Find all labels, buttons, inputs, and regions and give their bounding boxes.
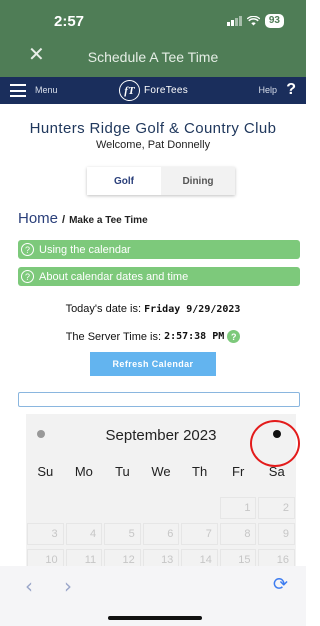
about-dates-label: About calendar dates and time — [39, 270, 189, 283]
logo-mark: fT — [119, 80, 140, 101]
breadcrumb-home-link[interactable]: Home — [18, 210, 58, 227]
menu-bar: Menu fT ForeTees Help ? — [0, 77, 306, 104]
menu-label[interactable]: Menu — [35, 85, 58, 95]
activity-tabs: Golf Dining — [87, 167, 235, 195]
weekday-label: Mo — [74, 464, 93, 479]
breadcrumb: Home / Make a Tee Time — [18, 210, 148, 227]
help-label[interactable]: Help — [258, 85, 277, 95]
calendar-day: 4 — [65, 523, 103, 545]
about-dates-accordion[interactable]: ? About calendar dates and time — [18, 267, 300, 286]
using-calendar-label: Using the calendar — [39, 243, 131, 256]
calendar-day — [66, 497, 103, 519]
annotation-circle — [250, 420, 300, 467]
calendar-day: 5 — [104, 523, 141, 545]
breadcrumb-current: Make a Tee Time — [69, 215, 148, 226]
calendar-day: 9 — [258, 523, 296, 545]
breadcrumb-separator: / — [62, 214, 66, 226]
refresh-calendar-button[interactable]: Refresh Calendar — [90, 352, 216, 376]
home-indicator — [108, 616, 202, 620]
signal-icon — [226, 16, 242, 26]
status-time: 2:57 — [54, 13, 85, 30]
battery-level: 93 — [264, 14, 284, 28]
today-label: Today's date is: — [65, 303, 142, 315]
calendar-day: 7 — [181, 523, 218, 545]
calendar-day — [181, 497, 218, 519]
club-name: Hunters Ridge Golf & Country Club — [29, 120, 277, 137]
calendar-day: 2 — [258, 497, 296, 519]
reload-icon[interactable]: ⟳ — [273, 574, 288, 595]
help-circle-icon: ? — [21, 243, 34, 256]
logo-text: ForeTees — [144, 85, 189, 96]
page-title: Schedule A Tee Time — [87, 49, 219, 65]
date-input[interactable] — [18, 392, 300, 407]
calendar-week: 3 4 5 6 7 8 9 — [26, 523, 296, 545]
back-arrow-icon[interactable]: ‹ — [25, 574, 33, 598]
help-icon[interactable]: ? — [286, 81, 296, 99]
weekday-label: Fr — [232, 464, 245, 479]
weekday-label: We — [151, 464, 171, 479]
tab-dining[interactable]: Dining — [161, 167, 235, 195]
server-time-label: The Server Time is: — [65, 330, 162, 343]
todays-date: Today's date is: Friday 9/29/2023 — [0, 303, 306, 315]
status-indicators: 93 — [226, 14, 284, 28]
server-time-help-icon[interactable]: ? — [227, 330, 241, 343]
help-circle-icon: ? — [21, 270, 34, 283]
calendar-day — [27, 497, 64, 519]
server-time-value: 2:57:38 PM — [164, 331, 225, 342]
weekday-header: Su Mo Tu We Th Fr Sa — [26, 464, 296, 479]
weekday-label: Tu — [115, 464, 130, 479]
server-time: The Server Time is: 2:57:38 PM ? — [0, 330, 306, 343]
tab-golf[interactable]: Golf — [87, 167, 161, 195]
using-calendar-accordion[interactable]: ? Using the calendar — [18, 240, 300, 259]
calendar-week: 1 2 — [26, 497, 296, 519]
calendar-day: 6 — [142, 523, 180, 545]
wifi-icon — [246, 16, 260, 26]
calendar-day: 1 — [219, 497, 257, 519]
hamburger-icon[interactable] — [10, 84, 26, 97]
today-value: Friday 9/29/2023 — [144, 304, 241, 315]
weekday-label: Su — [37, 464, 54, 479]
app-header: 2:57 93 ✕ Schedule A Tee Time — [0, 0, 306, 77]
calendar-day — [143, 497, 180, 519]
calendar-day: 8 — [219, 523, 257, 545]
welcome-text: Welcome, Pat Donnelly — [95, 139, 211, 151]
calendar-day — [104, 497, 141, 519]
forward-arrow-icon[interactable]: › — [64, 574, 72, 598]
weekday-label: Th — [192, 464, 208, 479]
browser-toolbar: ‹ › ⟳ — [0, 566, 306, 626]
calendar-day: 3 — [27, 523, 64, 545]
foretees-logo: fT ForeTees — [119, 80, 188, 101]
